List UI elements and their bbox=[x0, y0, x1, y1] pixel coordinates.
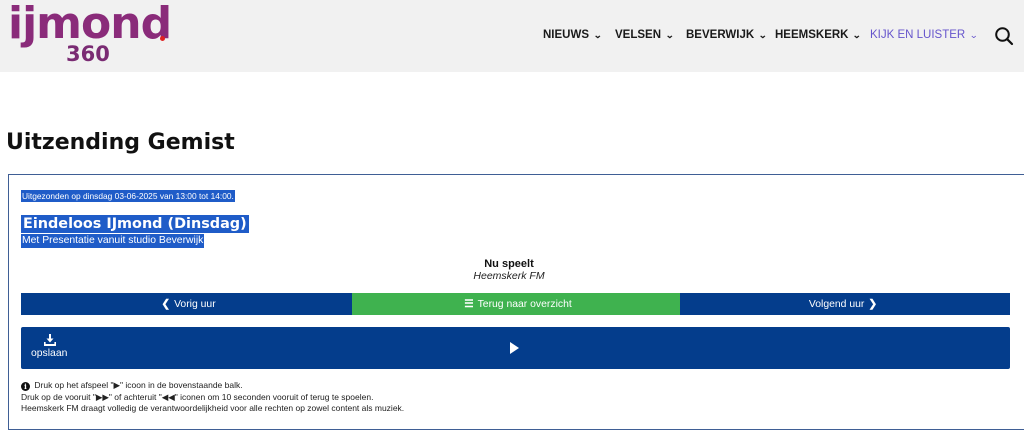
instruction-line: i Druk op het afspeel "▶" icoon in de bo… bbox=[21, 380, 404, 392]
logo-dot bbox=[160, 36, 165, 41]
instruction-text: " icoon in de bovenstaande balk. bbox=[120, 380, 243, 390]
audio-player-bar: opslaan bbox=[21, 327, 1010, 369]
next-hour-button[interactable]: Volgend uur ❯ bbox=[680, 293, 1010, 315]
broadcast-aired-date: Uitgezonden op dinsdag 03-06-2025 van 13… bbox=[21, 190, 235, 202]
page-title: Uitzending Gemist bbox=[6, 130, 235, 155]
chevron-down-icon: ⌄ bbox=[852, 29, 862, 40]
instruction-line: Druk op de vooruit "▶▶" of achteruit "◀◀… bbox=[21, 391, 374, 402]
broadcast-title: Eindeloos IJmond (Dinsdag) bbox=[21, 215, 249, 233]
nav-item-kijk-en-luister[interactable]: KIJK EN LUISTER ⌄ bbox=[870, 26, 979, 44]
next-hour-label: Volgend uur bbox=[808, 298, 865, 310]
chevron-down-icon: ⌄ bbox=[593, 29, 603, 40]
player-instructions: i Druk op het afspeel "▶" icoon in de bo… bbox=[21, 380, 404, 415]
nav-label: BEVERWIJK bbox=[686, 29, 755, 41]
nav-item-velsen[interactable]: VELSEN ⌄ bbox=[615, 26, 674, 44]
previous-hour-button[interactable]: ❮ Vorig uur bbox=[21, 293, 352, 315]
now-playing-label: Nu speelt bbox=[484, 258, 534, 270]
nav-item-heemskerk[interactable]: HEEMSKERK ⌄ bbox=[775, 26, 862, 44]
chevron-down-icon: ⌄ bbox=[758, 29, 768, 40]
now-playing-station: Heemskerk FM bbox=[473, 270, 545, 282]
search-icon[interactable] bbox=[994, 26, 1014, 46]
nav-item-nieuws[interactable]: NIEUWS ⌄ bbox=[543, 26, 602, 44]
play-icon[interactable] bbox=[507, 340, 521, 356]
back-to-overview-label: Terug naar overzicht bbox=[477, 298, 572, 310]
save-label: opslaan bbox=[31, 348, 68, 359]
back-to-overview-button[interactable]: ☰ Terug naar overzicht bbox=[352, 293, 680, 315]
chevron-down-icon: ⌄ bbox=[665, 29, 675, 40]
chevron-left-icon: ❮ bbox=[161, 299, 171, 310]
nav-item-beverwijk[interactable]: BEVERWIJK ⌄ bbox=[686, 26, 767, 44]
previous-hour-label: Vorig uur bbox=[174, 298, 216, 310]
nav-label: VELSEN bbox=[615, 29, 662, 41]
site-header: ijmond 360 NIEUWS ⌄ VELSEN ⌄ BEVERWIJK ⌄… bbox=[0, 0, 1024, 72]
chevron-down-icon: ⌄ bbox=[969, 29, 979, 40]
instruction-line: Heemskerk FM draagt volledig de verantwo… bbox=[21, 403, 405, 413]
nav-label: HEEMSKERK bbox=[775, 29, 849, 41]
nav-label: NIEUWS bbox=[543, 29, 589, 41]
broadcast-subtitle: Met Presentatie vanuit studio Beverwijk bbox=[21, 234, 205, 248]
save-button[interactable]: opslaan bbox=[21, 327, 81, 369]
instruction-text: Druk op het afspeel " bbox=[34, 380, 114, 390]
site-logo[interactable]: ijmond 360 bbox=[8, 0, 172, 68]
list-icon: ☰ bbox=[464, 299, 474, 310]
chevron-right-icon: ❯ bbox=[868, 299, 878, 310]
logo-sub: 360 bbox=[66, 42, 110, 66]
nav-label: KIJK EN LUISTER bbox=[870, 29, 966, 41]
download-icon bbox=[44, 334, 56, 346]
info-icon: i bbox=[21, 382, 30, 391]
